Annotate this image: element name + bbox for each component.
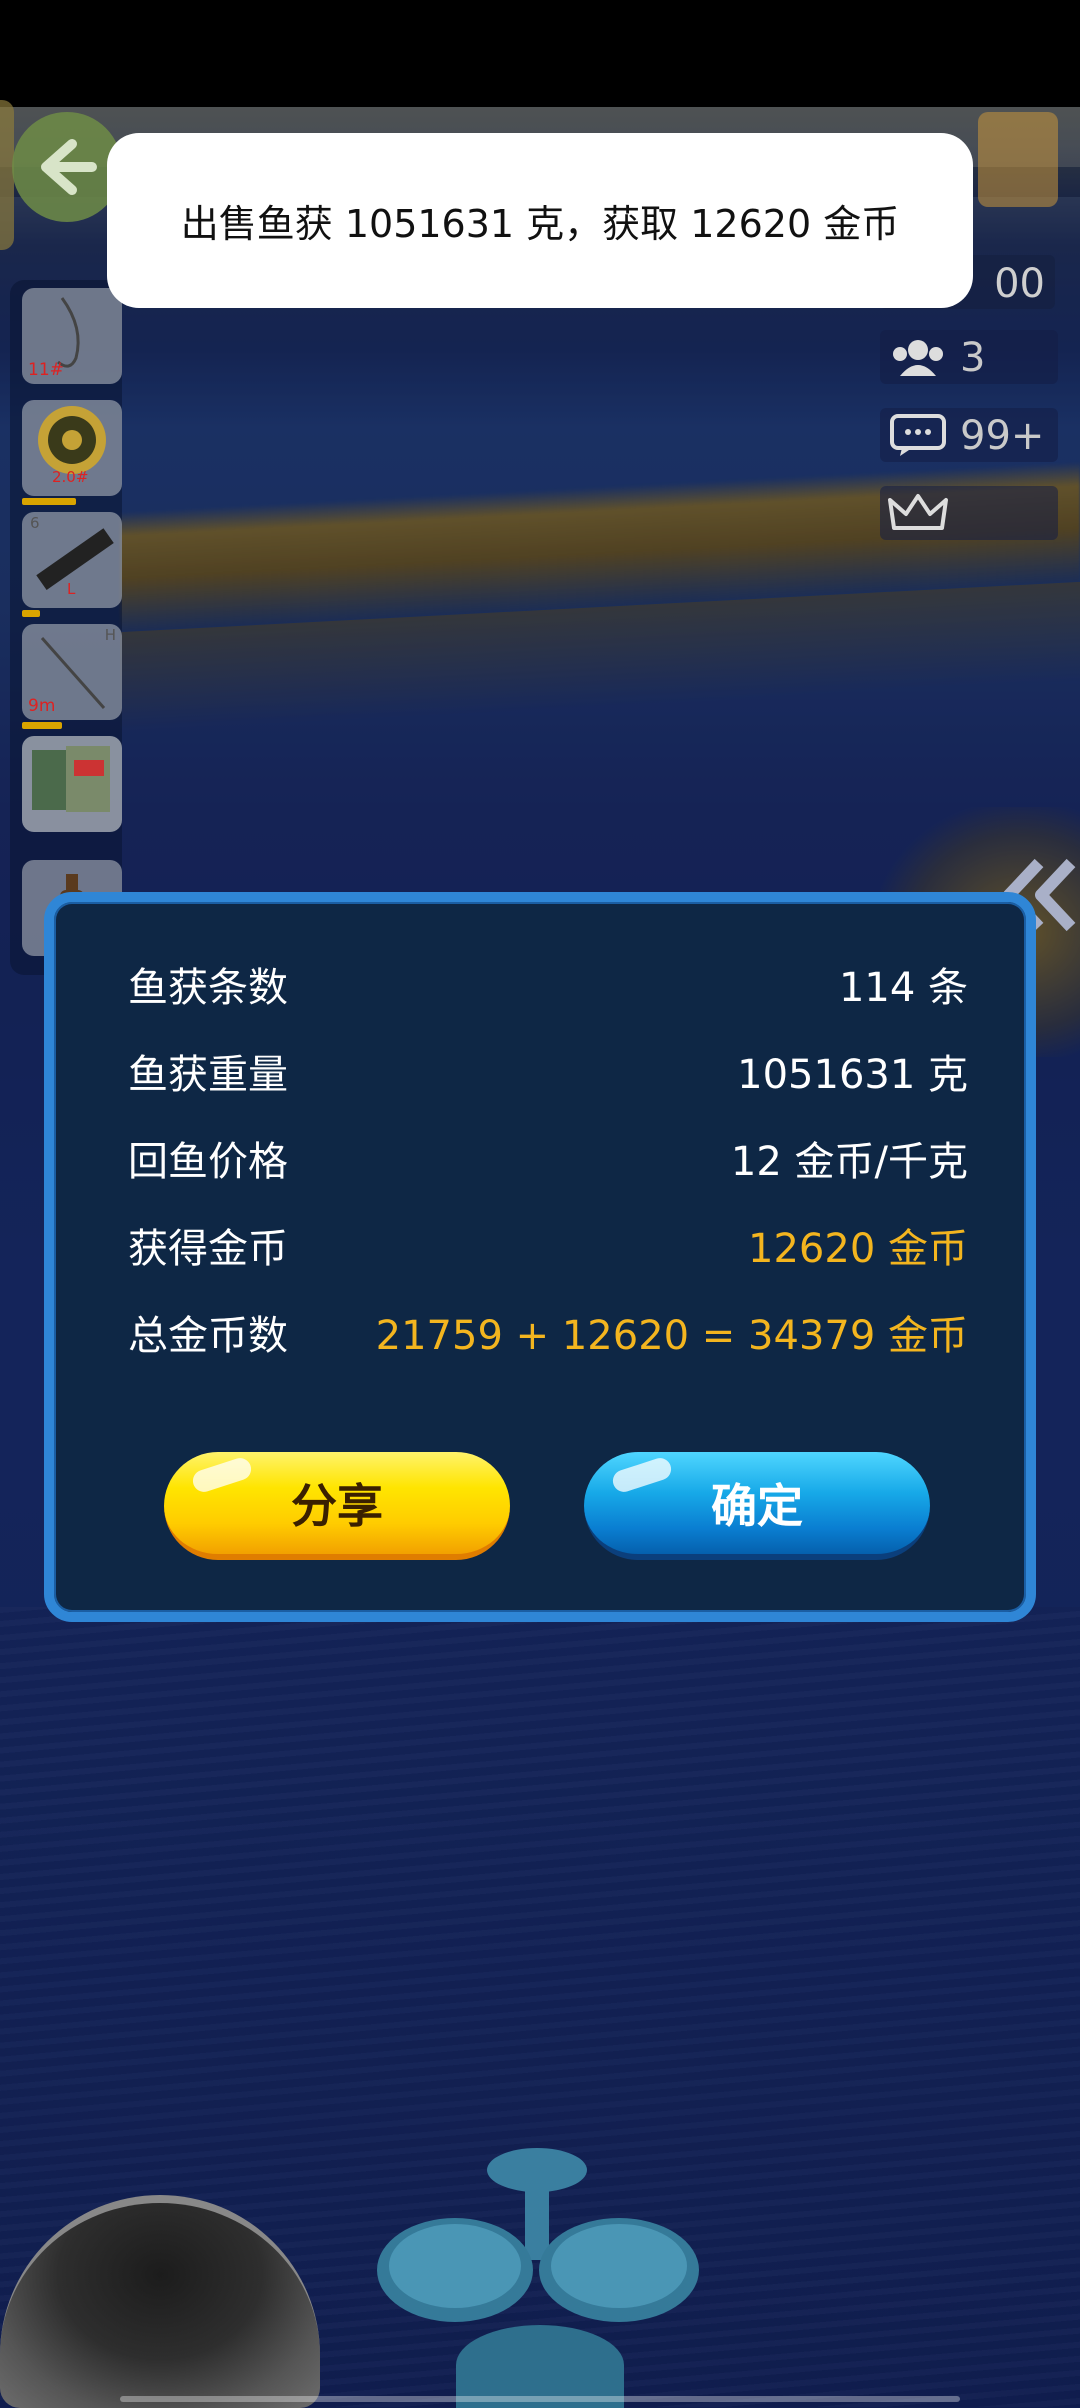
share-button-label: 分享 bbox=[291, 1479, 383, 1533]
status-bar bbox=[0, 0, 1080, 107]
home-indicator bbox=[120, 2396, 960, 2402]
crown-icon bbox=[888, 494, 948, 530]
catch-count-row: 鱼获条数 114 条 bbox=[128, 954, 968, 1014]
bait-slot[interactable] bbox=[22, 736, 122, 832]
line-slot[interactable]: 2.0# bbox=[22, 400, 122, 496]
sale-toast-message: 出售鱼获 1051631 克，获取 12620 金币 bbox=[180, 202, 900, 246]
rod-slot[interactable]: H 9m bbox=[22, 624, 122, 720]
catch-weight-label: 鱼获重量 bbox=[128, 1052, 288, 1098]
arrow-left-icon bbox=[41, 139, 97, 195]
ranking-button[interactable] bbox=[880, 486, 1058, 540]
catch-count-label: 鱼获条数 bbox=[128, 965, 288, 1011]
rod-case-slot[interactable]: 6 L bbox=[22, 512, 122, 608]
coin-counter-value: 00 bbox=[994, 261, 1045, 307]
line-durability-bar bbox=[22, 498, 76, 505]
fish-price-row: 回鱼价格 12 金币/千克 bbox=[128, 1128, 968, 1188]
catch-count-value: 114 条 bbox=[838, 965, 968, 1011]
friends-icon bbox=[893, 340, 943, 376]
bait-pack-icon bbox=[32, 746, 110, 812]
total-coins-value: 21759 + 12620 = 34379 金币 bbox=[375, 1313, 968, 1359]
catch-weight-row: 鱼获重量 1051631 克 bbox=[128, 1041, 968, 1101]
total-coins-label: 总金币数 bbox=[128, 1313, 288, 1359]
friends-button[interactable]: 3 bbox=[880, 330, 1058, 384]
fish-price-value: 12 金币/千克 bbox=[730, 1139, 968, 1185]
catch-weight-value: 1051631 克 bbox=[737, 1052, 968, 1098]
rod-case-bar bbox=[22, 610, 40, 617]
messages-count: 99+ bbox=[960, 413, 1045, 459]
friends-count: 3 bbox=[960, 335, 986, 381]
chat-bubble-icon bbox=[890, 414, 946, 456]
hook-slot[interactable]: 11# bbox=[22, 288, 122, 384]
total-coins-row: 总金币数 21759 + 12620 = 34379 金币 bbox=[128, 1302, 968, 1362]
line-size-label: 2.0# bbox=[52, 468, 89, 486]
backpack-icon[interactable] bbox=[978, 112, 1058, 207]
hook-size-label: 11# bbox=[28, 360, 64, 380]
share-button[interactable]: 分享 bbox=[164, 1452, 510, 1560]
tackle-column: 11# 2.0# 6 L H 9m bbox=[10, 280, 122, 975]
rod-bar bbox=[22, 722, 62, 729]
coins-earned-value: 12620 金币 bbox=[748, 1226, 968, 1272]
rod-length-label: 9m bbox=[28, 696, 56, 716]
sale-toast: 出售鱼获 1051631 克，获取 12620 金币 bbox=[107, 133, 973, 308]
catch-settlement-dialog: 鱼获条数 114 条 鱼获重量 1051631 克 回鱼价格 12 金币/千克 … bbox=[44, 892, 1036, 1622]
rod-case-label: L bbox=[67, 580, 76, 598]
back-button[interactable] bbox=[12, 112, 122, 222]
confirm-button[interactable]: 确定 bbox=[584, 1452, 930, 1560]
messages-button[interactable]: 99+ bbox=[880, 408, 1058, 462]
coins-earned-row: 获得金币 12620 金币 bbox=[128, 1215, 968, 1275]
bait-tray-icon[interactable] bbox=[375, 2140, 705, 2408]
button-shine bbox=[190, 1455, 254, 1495]
coins-earned-label: 获得金币 bbox=[128, 1226, 288, 1272]
button-shine bbox=[610, 1455, 674, 1495]
fish-price-label: 回鱼价格 bbox=[128, 1139, 288, 1185]
confirm-button-label: 确定 bbox=[711, 1479, 803, 1533]
